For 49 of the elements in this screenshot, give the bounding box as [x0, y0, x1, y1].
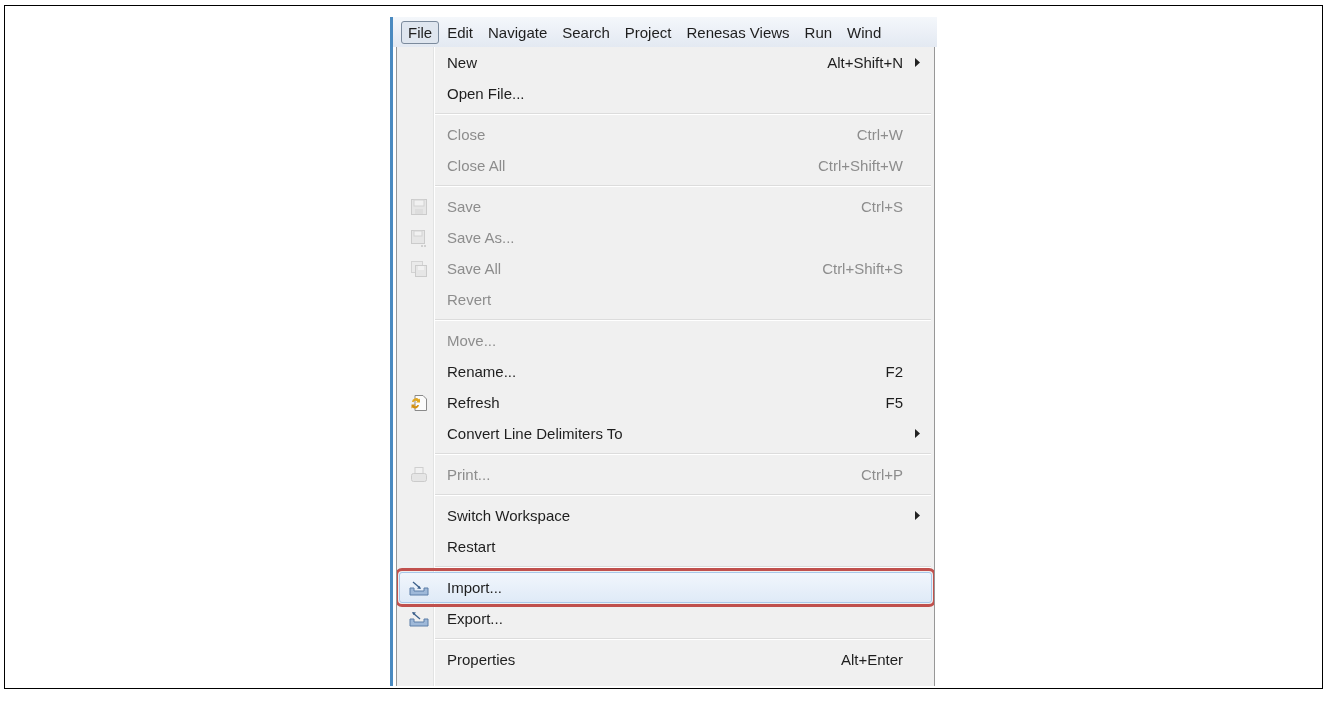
- menu-bar-item[interactable]: Edit: [440, 20, 481, 44]
- shortcut-label: Ctrl+Shift+S: [822, 260, 903, 277]
- menu-item[interactable]: Export...: [399, 603, 932, 634]
- menu-item-label: Revert: [446, 291, 492, 308]
- menu-item-label: Close: [446, 126, 486, 143]
- menu-item-label: Save: [446, 198, 482, 215]
- menu-item[interactable]: New Alt+Shift+N: [399, 47, 932, 78]
- menu-item[interactable]: Convert Line Delimiters To: [399, 418, 932, 449]
- stacked-floppy-disks-icon: [410, 259, 428, 278]
- menu-bar-item[interactable]: Navigate: [481, 20, 555, 44]
- menu-item-label: Convert Line Delimiters To: [446, 425, 623, 442]
- menu-bar-item[interactable]: Wind: [840, 20, 889, 44]
- menu-bar-item[interactable]: Search: [555, 20, 617, 44]
- menu-item[interactable]: Rename... F2: [399, 356, 932, 387]
- menu-item[interactable]: Properties Alt+Enter: [399, 644, 932, 675]
- tray-arrow-icon: [409, 579, 429, 596]
- menu-item[interactable]: Open File...: [399, 78, 932, 109]
- menu-item-label: Switch Workspace: [446, 507, 571, 524]
- menu-item-label: Refresh: [446, 394, 500, 411]
- tray-arrow-icon: [409, 610, 429, 627]
- menu-item-label: Save All: [446, 260, 502, 277]
- printer-icon: [410, 465, 428, 484]
- menu-item-label: Move...: [446, 332, 497, 349]
- menu-item[interactable]: Switch Workspace: [399, 500, 932, 531]
- menu-bar-item[interactable]: Run: [797, 20, 840, 44]
- shortcut-label: F5: [885, 394, 903, 411]
- menu-bar-item[interactable]: File: [401, 20, 440, 44]
- menu-bar-item[interactable]: Project: [617, 20, 679, 44]
- menu-item[interactable]: Refresh F5: [399, 387, 932, 418]
- shortcut-label: Alt+Enter: [840, 651, 903, 668]
- shortcut-label: Ctrl+W: [856, 126, 903, 143]
- menu-item[interactable]: Restart: [399, 531, 932, 562]
- document-arrows-icon: [410, 393, 428, 412]
- menu-item-label: Rename...: [446, 363, 517, 380]
- shortcut-label: Ctrl+Shift+W: [817, 157, 903, 174]
- menu-item-label: Export...: [446, 610, 503, 627]
- menu-item-label: Properties: [446, 651, 516, 668]
- shortcut-label: F2: [885, 363, 903, 380]
- shortcut-label: Ctrl+P: [860, 466, 903, 483]
- shortcut-label: Alt+Shift+N: [827, 54, 903, 71]
- shortcut-label: Ctrl+S: [860, 198, 903, 215]
- menu-item-label: Save As...: [446, 229, 515, 246]
- menu-item-label: Print...: [446, 466, 491, 483]
- menu-item-label: Restart: [446, 538, 496, 555]
- menu-item-label: Close All: [446, 157, 506, 174]
- menu-item-label: Open File...: [446, 85, 525, 102]
- menu-item-label: New: [446, 54, 477, 71]
- menu-item-label: Import...: [446, 579, 502, 596]
- menu-bar-item[interactable]: Renesas Views: [679, 20, 797, 44]
